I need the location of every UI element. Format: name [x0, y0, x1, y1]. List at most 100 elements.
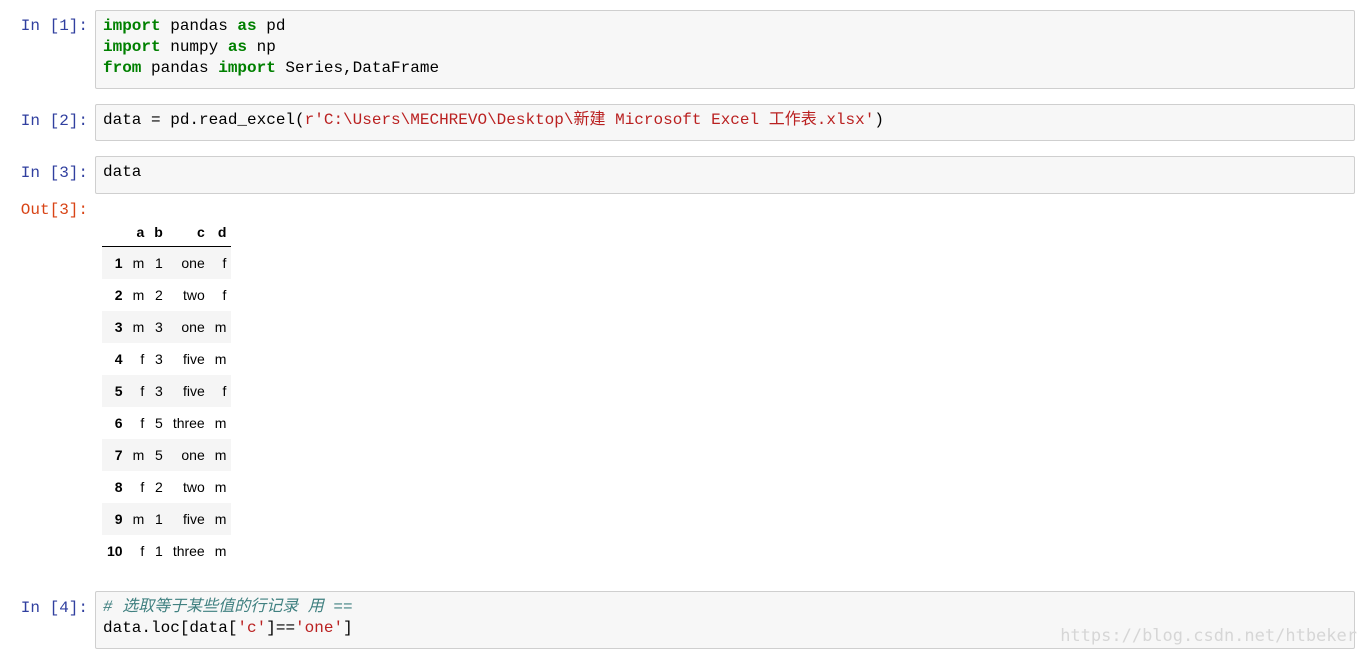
code-line[interactable]: import pandas as pd: [103, 16, 1347, 37]
output-prompt-3: Out[3]:: [20, 201, 88, 219]
table-row: 8 f 2 two m: [102, 471, 231, 503]
table-cell: m: [214, 479, 227, 495]
dataframe-table: abcd 1 m 1 one f 2 m 2 two f 3 m 3 one m 4 f 3 five m 5 f 3 fiv…: [102, 218, 232, 568]
code-editor-1[interactable]: import pandas as pd import numpy as np fro…: [103, 16, 1347, 79]
code-line[interactable]: data: [103, 162, 1347, 183]
dataframe-header-row: abcd: [102, 218, 232, 247]
code-line[interactable]: data = pd.read_excel(r'C:\Users\MECHREVO…: [103, 110, 1347, 131]
column-header: d: [209, 218, 232, 247]
code-text: pandas: [160, 17, 238, 35]
table-cell: m: [132, 287, 145, 303]
table-row: 6 f 5 three m: [102, 407, 231, 439]
row-index: 7: [114, 447, 123, 463]
table-cell: one: [181, 255, 205, 271]
row-index: 10: [107, 543, 123, 559]
code-comment: # 选取等于某些值的行记录 用 ==: [103, 598, 353, 616]
code-text: pd: [256, 17, 286, 35]
code-editor-2[interactable]: data = pd.read_excel(r'C:\Users\MECHREVO…: [103, 110, 1347, 131]
table-cell: one: [181, 319, 205, 335]
row-index: 1: [114, 255, 123, 271]
row-index: 5: [114, 383, 123, 399]
watermark-text: https://blog.csdn.net/htbeker: [1060, 626, 1357, 646]
table-row: 3 m 3 one m: [102, 311, 232, 343]
table-cell: m: [214, 319, 227, 335]
table-cell: 3: [155, 351, 163, 367]
table-cell: f: [140, 351, 145, 367]
table-row: 5 f 3 five f: [102, 375, 232, 407]
column-header: a: [127, 218, 150, 247]
code-string: 'c': [237, 619, 267, 637]
code-line[interactable]: from pandas import Series,DataFrame: [103, 58, 1347, 79]
input-prompt-2: In [2]:: [20, 112, 88, 130]
code-text: data.loc[data[: [103, 619, 238, 637]
dataframe-output: abcd 1 m 1 one f 2 m 2 two f 3 m 3 one m 4 f 3 five m 5 f 3 fiv…: [102, 218, 232, 568]
table-cell: f: [222, 383, 227, 399]
table-row: 4 f 3 five m: [102, 343, 231, 375]
code-keyword: as: [237, 17, 257, 35]
table-cell: f: [222, 255, 227, 271]
code-text: ]: [343, 619, 353, 637]
code-editor-3[interactable]: data: [103, 162, 1347, 183]
table-cell: m: [214, 447, 227, 463]
table-cell: m: [132, 319, 145, 335]
table-cell: f: [140, 383, 145, 399]
table-cell: five: [182, 351, 205, 367]
row-index: 6: [114, 415, 123, 431]
table-cell: m: [132, 255, 145, 271]
dataframe-body: 1 m 1 one f 2 m 2 two f 3 m 3 one m 4 f 3 five m 5 f 3 five f 6 f 5…: [102, 246, 232, 568]
code-cell-2[interactable]: data = pd.read_excel(r'C:\Users\MECHREVO…: [95, 104, 1355, 141]
code-string: 'one': [295, 619, 344, 637]
code-keyword: from: [103, 59, 142, 77]
code-cell-1[interactable]: import pandas as pd import numpy as np fro…: [95, 10, 1355, 89]
dataframe-header: abcd: [102, 218, 232, 247]
code-text: ): [874, 111, 884, 129]
code-line[interactable]: # 选取等于某些值的行记录 用 ==: [103, 597, 1347, 618]
table-row: 10 f 1 three m: [102, 535, 231, 567]
table-cell: 2: [155, 479, 163, 495]
table-row: 7 m 5 one m: [102, 439, 232, 471]
table-row: 1 m 1 one f: [102, 246, 232, 279]
table-cell: three: [172, 543, 205, 559]
table-cell: five: [182, 511, 205, 527]
table-cell: five: [182, 383, 205, 399]
table-cell: f: [140, 543, 145, 559]
table-cell: f: [222, 287, 227, 303]
column-header: b: [149, 218, 168, 247]
table-cell: f: [140, 479, 145, 495]
table-cell: 3: [155, 383, 163, 399]
code-text: np: [247, 38, 276, 56]
row-index: 8: [114, 479, 123, 495]
table-row: 2 m 2 two f: [102, 279, 231, 311]
code-keyword: import: [103, 38, 161, 56]
table-cell: m: [132, 447, 145, 463]
code-text: Series,DataFrame: [275, 59, 440, 77]
column-header: c: [167, 218, 210, 247]
table-cell: 1: [155, 543, 163, 559]
table-cell: 3: [155, 319, 163, 335]
code-text: ]==: [266, 619, 296, 637]
row-index: 2: [114, 287, 123, 303]
code-text: data = pd.read_excel(: [103, 111, 305, 129]
row-index: 9: [114, 511, 123, 527]
code-cell-3[interactable]: data: [95, 156, 1355, 194]
row-index: 3: [114, 319, 123, 335]
code-keyword: import: [218, 59, 276, 77]
code-line[interactable]: import numpy as np: [103, 37, 1347, 58]
table-cell: three: [172, 415, 205, 431]
table-cell: 1: [155, 255, 163, 271]
code-text: data: [103, 163, 142, 181]
code-keyword: import: [103, 17, 161, 35]
table-cell: f: [140, 415, 145, 431]
table-cell: 1: [155, 511, 163, 527]
table-cell: m: [214, 351, 227, 367]
input-prompt-1: In [1]:: [20, 17, 88, 35]
table-cell: two: [182, 287, 205, 303]
input-prompt-4: In [4]:: [20, 599, 88, 617]
code-keyword: as: [227, 38, 248, 56]
code-text: pandas: [141, 59, 219, 77]
table-cell: m: [214, 543, 227, 559]
code-text: numpy: [160, 38, 228, 56]
table-cell: 5: [155, 415, 163, 431]
table-cell: m: [214, 511, 227, 527]
row-index: 4: [114, 351, 123, 367]
